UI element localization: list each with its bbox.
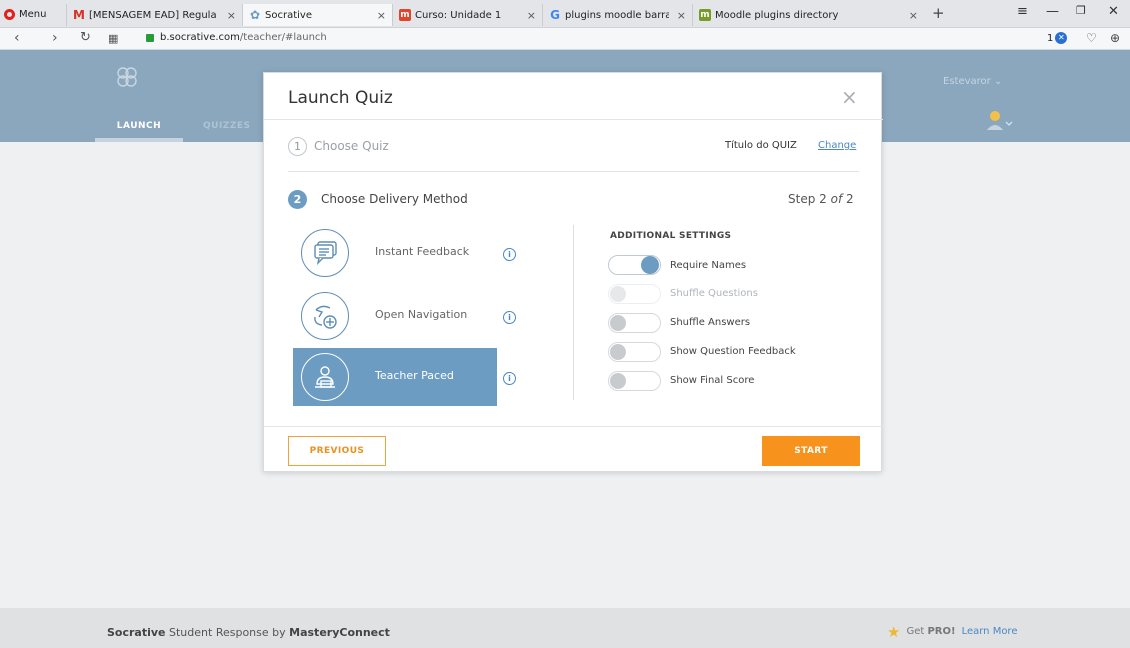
footer-brand: Socrative Student Response by MasteryCon… <box>107 626 390 639</box>
nav-tab-launch[interactable]: LAUNCH <box>95 121 183 131</box>
setting-label: Show Final Score <box>670 375 755 386</box>
close-tab-icon[interactable]: × <box>909 9 918 22</box>
browser-address-bar: ‹ › ↻ ▦ b.socrative.com/teacher/#launch … <box>0 28 1130 50</box>
minimize-icon[interactable]: — <box>1046 4 1059 19</box>
setting-label: Require Names <box>670 260 747 271</box>
setting-label: Shuffle Answers <box>670 317 751 328</box>
star-icon: ★ <box>887 622 901 641</box>
close-tab-icon[interactable]: × <box>377 9 386 22</box>
step1-number: 1 <box>288 137 307 156</box>
get-pro-section: ★ Get PRO! Learn More <box>887 622 1018 641</box>
method-label: Instant Feedback <box>375 245 470 258</box>
browser-tab-moodle-plugins[interactable]: m Moodle plugins directory × <box>692 4 924 26</box>
close-tab-icon[interactable]: × <box>227 9 236 22</box>
info-icon[interactable]: i <box>503 311 516 324</box>
browser-tab-gmail[interactable]: M [MENSAGEM EAD] Regula × <box>66 4 242 26</box>
start-button[interactable]: START <box>762 436 860 466</box>
divider <box>288 171 859 172</box>
setting-label: Show Question Feedback <box>670 346 796 357</box>
footer-brand-name: Socrative <box>107 626 166 639</box>
forward-icon[interactable]: › <box>52 30 58 46</box>
browser-menu-button[interactable]: Menu <box>4 6 46 22</box>
close-tab-icon[interactable]: × <box>677 9 686 22</box>
browser-tab-bar: Menu M [MENSAGEM EAD] Regula × ✿ Socrati… <box>0 0 1130 28</box>
learn-more-link[interactable]: Learn More <box>962 626 1018 637</box>
download-icon[interactable]: ⊕ <box>1110 31 1120 45</box>
socrative-logo-icon[interactable] <box>114 64 140 90</box>
back-icon[interactable]: ‹ <box>14 30 20 46</box>
setting-label: Shuffle Questions <box>670 288 758 299</box>
launch-quiz-modal: Launch Quiz × 1 Choose Quiz Título do QU… <box>263 72 883 472</box>
url-field[interactable]: b.socrative.com/teacher/#launch <box>146 32 327 43</box>
divider <box>573 225 574 400</box>
info-icon[interactable]: i <box>503 372 516 385</box>
lock-icon <box>146 33 154 42</box>
change-quiz-link[interactable]: Change <box>818 140 856 151</box>
browser-tab-socrative[interactable]: ✿ Socrative × <box>242 4 392 26</box>
browser-menu-label: Menu <box>19 8 47 20</box>
shuffle-questions-toggle[interactable] <box>608 284 661 304</box>
active-tab-indicator <box>95 138 183 142</box>
delivery-method-open-navigation[interactable]: Open Navigation <box>293 287 497 345</box>
require-names-toggle[interactable] <box>608 255 661 275</box>
show-final-score-toggle[interactable] <box>608 371 661 391</box>
user-name: Estevaror <box>943 76 991 87</box>
google-icon: G <box>550 8 560 22</box>
url-host: b.socrative.com <box>160 32 240 43</box>
chat-bubbles-icon <box>301 229 349 277</box>
method-label: Teacher Paced <box>375 369 454 382</box>
close-tab-icon[interactable]: × <box>527 9 536 22</box>
moodle-icon: m <box>699 9 711 21</box>
delivery-method-teacher-paced[interactable]: Teacher Paced <box>293 348 497 406</box>
browser-tab-curso[interactable]: m Curso: Unidade 1 × <box>392 4 542 26</box>
speed-dial-icon[interactable]: ▦ <box>108 32 118 45</box>
step-counter: Step 2 of 2 <box>788 192 854 206</box>
step1-label: Choose Quiz <box>314 139 389 153</box>
new-tab-button[interactable]: + <box>932 4 945 22</box>
restore-icon[interactable]: ❐ <box>1076 4 1086 17</box>
divider <box>264 426 883 427</box>
footer-company: MasteryConnect <box>289 626 390 639</box>
browser-tab-google[interactable]: G plugins moodle barra de p × <box>542 4 692 26</box>
navigation-compass-icon <box>301 292 349 340</box>
notification-badge[interactable]: 1 ✕ <box>1047 32 1068 44</box>
close-icon[interactable]: × <box>841 85 858 109</box>
additional-settings-title: ADDITIONAL SETTINGS <box>610 231 732 241</box>
show-question-feedback-toggle[interactable] <box>608 342 661 362</box>
url-path: /teacher/#launch <box>239 32 327 43</box>
opera-logo-icon <box>4 8 15 20</box>
nav-tab-quizzes[interactable]: QUIZZES <box>203 121 251 131</box>
step2-number: 2 <box>288 190 307 209</box>
socrative-icon: ✿ <box>249 8 261 22</box>
footer-tagline: Student Response by <box>169 626 286 639</box>
method-label: Open Navigation <box>375 308 468 321</box>
gmail-icon: M <box>73 8 85 22</box>
moodle-icon: m <box>399 9 411 21</box>
user-menu[interactable]: Estevaror ⌄ <box>943 76 1002 87</box>
window-close-icon[interactable]: ✕ <box>1108 4 1119 19</box>
reload-icon[interactable]: ↻ <box>80 30 91 45</box>
tab-menu-icon[interactable]: ≡ <box>1017 4 1028 19</box>
get-pro-text: Get PRO! <box>906 626 956 637</box>
selected-quiz-name: Título do QUIZ <box>725 140 797 151</box>
extension-icon: ✕ <box>1055 32 1068 44</box>
previous-button[interactable]: PREVIOUS <box>288 436 386 466</box>
delivery-method-instant-feedback[interactable]: Instant Feedback <box>293 224 497 282</box>
shuffle-answers-toggle[interactable] <box>608 313 661 333</box>
badge-count: 1 <box>1047 32 1054 44</box>
step2-label: Choose Delivery Method <box>321 192 468 206</box>
teacher-icon <box>301 353 349 401</box>
modal-title: Launch Quiz <box>288 88 393 108</box>
heart-icon[interactable]: ♡ <box>1086 31 1097 45</box>
divider <box>264 119 883 120</box>
info-icon[interactable]: i <box>503 248 516 261</box>
avatar[interactable] <box>985 110 1013 132</box>
